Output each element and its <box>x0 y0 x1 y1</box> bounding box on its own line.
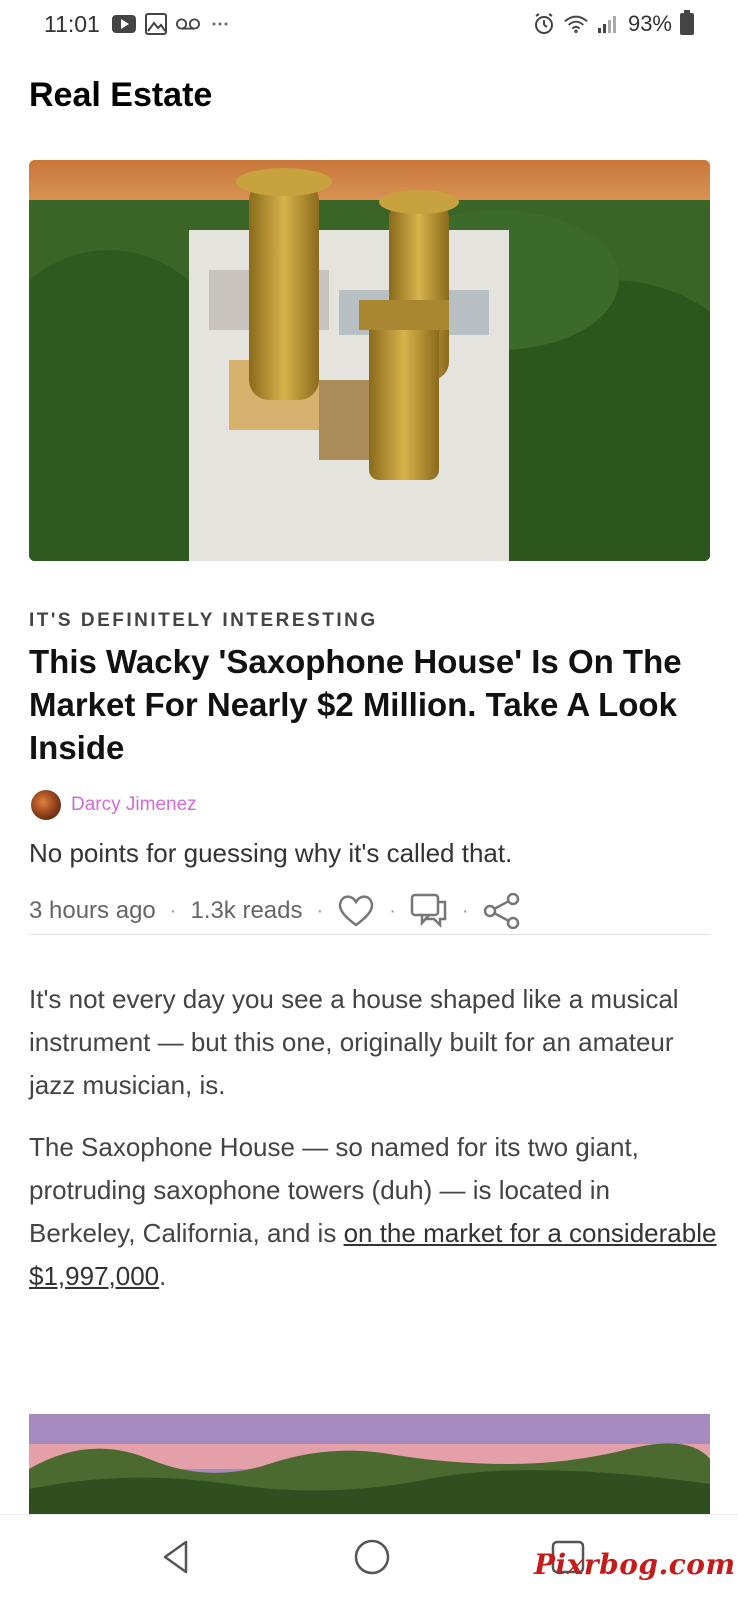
avatar[interactable] <box>31 790 61 820</box>
alarm-icon <box>532 12 556 36</box>
signal-icon <box>596 12 620 36</box>
status-bar: 11:01 93% <box>0 0 738 48</box>
read-count: 1.3k reads <box>190 897 303 924</box>
meta-separator: · <box>389 899 396 922</box>
body-paragraph: The Saxophone House — so named for its t… <box>29 1126 719 1298</box>
hero-image[interactable] <box>29 160 710 561</box>
article-dek: No points for guessing why it's called t… <box>29 838 513 868</box>
article-image[interactable] <box>29 1414 710 1514</box>
author-name[interactable]: Darcy Jimenez <box>71 794 197 816</box>
comment-icon[interactable] <box>410 893 448 929</box>
body-text: . <box>159 1261 167 1291</box>
share-icon[interactable] <box>483 893 521 929</box>
youtube-icon <box>111 12 136 36</box>
status-right: 93% <box>532 10 694 37</box>
article-kicker: IT'S DEFINITELY INTERESTING <box>29 610 378 631</box>
voicemail-icon <box>175 12 200 36</box>
divider <box>29 934 710 935</box>
heart-icon[interactable] <box>337 894 375 928</box>
body-paragraph: It's not every day you see a house shape… <box>29 984 679 1100</box>
wifi-icon <box>564 12 588 36</box>
author-row[interactable]: Darcy Jimenez <box>31 790 197 820</box>
more-icon <box>208 12 232 36</box>
meta-separator: · <box>461 899 469 922</box>
article-headline[interactable]: This Wacky 'Saxophone House' Is On The M… <box>29 640 719 769</box>
watermark: Pixrbog.com <box>534 1548 736 1581</box>
home-icon[interactable] <box>350 1535 394 1579</box>
battery-icon <box>680 10 694 35</box>
image-icon <box>144 12 168 36</box>
article-meta: 3 hours ago · 1.3k reads · · · <box>29 893 521 929</box>
back-icon[interactable] <box>154 1535 198 1579</box>
time-ago: 3 hours ago <box>29 897 156 924</box>
battery-percent: 93% <box>627 11 672 36</box>
status-left: 11:01 <box>44 11 232 38</box>
page-title: Real Estate <box>29 76 213 114</box>
status-time: 11:01 <box>44 10 100 37</box>
meta-separator: · <box>316 899 324 922</box>
meta-separator: · <box>169 899 177 922</box>
